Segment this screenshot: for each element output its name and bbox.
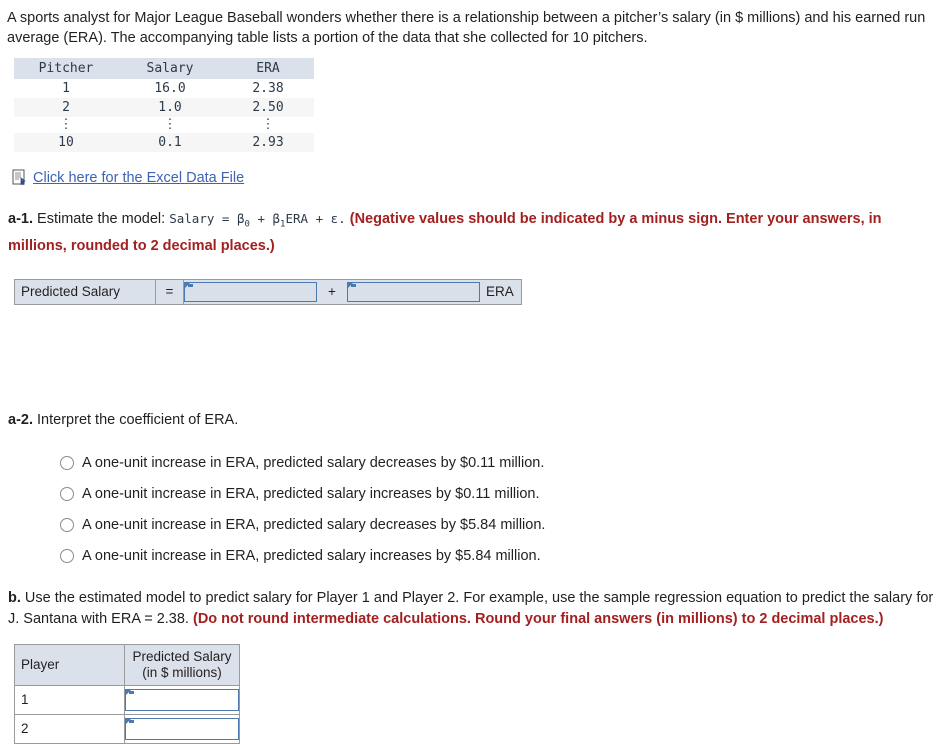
cell-era: 2.50 xyxy=(222,98,314,117)
cell-era: 2.93 xyxy=(222,133,314,152)
question-a2: a-2. Interpret the coefficient of ERA. xyxy=(8,410,941,431)
player2-salary-input[interactable] xyxy=(126,718,238,739)
question-a1-label: a-1. xyxy=(8,211,33,227)
plus-sign: + xyxy=(317,279,347,304)
option-row-1[interactable]: A one-unit increase in ERA, predicted sa… xyxy=(60,455,941,471)
option-label-2: A one-unit increase in ERA, predicted sa… xyxy=(82,485,540,502)
option-row-3[interactable]: A one-unit increase in ERA, predicted sa… xyxy=(60,517,941,533)
option-label-1: A one-unit increase in ERA, predicted sa… xyxy=(82,454,545,471)
question-a1: a-1. Estimate the model: Salary = β0 + β… xyxy=(8,208,941,257)
table-row: 2 1.0 2.50 xyxy=(14,98,314,117)
eq-equals: = xyxy=(221,211,230,226)
eq-epsilon: ε. xyxy=(330,211,346,226)
document-pen-icon xyxy=(12,169,26,186)
excel-data-file-row[interactable]: Click here for the Excel Data File xyxy=(12,169,941,186)
intercept-input[interactable] xyxy=(185,282,316,301)
option-label-4: A one-unit increase in ERA, predicted sa… xyxy=(82,547,541,564)
column-header-salary: Salary xyxy=(118,58,222,79)
pred-column-header-predicted-salary: Predicted Salary (in $ millions) xyxy=(124,643,240,686)
eq-plus-1: + xyxy=(257,211,265,226)
pred-header-row: Player Predicted Salary (in $ millions) xyxy=(14,643,240,686)
option-row-4[interactable]: A one-unit increase in ERA, predicted sa… xyxy=(60,548,941,564)
cell-era: 2.38 xyxy=(222,79,314,98)
equals-sign: = xyxy=(156,279,184,304)
eq-salary: Salary xyxy=(169,211,215,226)
pred-player-number: 1 xyxy=(14,684,125,715)
pitcher-data-table: Pitcher Salary ERA 1 16.0 2.38 2 1.0 2.5… xyxy=(14,58,314,152)
player2-salary-input-wrapper[interactable] xyxy=(125,717,239,740)
column-header-pitcher: Pitcher xyxy=(14,58,118,79)
eq-plus-2: + xyxy=(315,211,324,226)
option-row-2[interactable]: A one-unit increase in ERA, predicted sa… xyxy=(60,486,941,502)
question-a2-text: Interpret the coefficient of ERA. xyxy=(37,411,239,428)
table-row: 10 0.1 2.93 xyxy=(14,133,314,152)
cell-salary: 1.0 xyxy=(118,98,222,117)
predicted-salary-label: Predicted Salary xyxy=(15,279,156,304)
pred-header-line2: (in $ millions) xyxy=(142,664,222,680)
pred-value-cell[interactable] xyxy=(124,713,240,744)
player1-salary-input-wrapper[interactable] xyxy=(125,688,239,711)
eq-beta0-subscript: 0 xyxy=(244,219,250,230)
pred-player-number: 2 xyxy=(14,713,125,744)
cell-pitcher: 2 xyxy=(14,98,118,117)
question-a2-label: a-2. xyxy=(8,411,33,428)
predicted-salary-table: Player Predicted Salary (in $ millions) … xyxy=(14,643,240,744)
cell-era-ellipsis: ⋮ xyxy=(222,117,314,133)
table-row-ellipsis: ⋮ ⋮ ⋮ xyxy=(14,117,314,133)
regression-answer-row: Predicted Salary = + ERA xyxy=(14,278,522,305)
option-label-3: A one-unit increase in ERA, predicted sa… xyxy=(82,516,546,533)
radio-button-1[interactable] xyxy=(60,455,74,470)
slope-input[interactable] xyxy=(348,282,479,301)
pred-value-cell[interactable] xyxy=(124,684,240,715)
question-intro-text: A sports analyst for Major League Baseba… xyxy=(7,10,926,46)
slope-input-wrapper[interactable] xyxy=(347,281,480,302)
player1-salary-input[interactable] xyxy=(126,689,238,710)
intercept-input-wrapper[interactable] xyxy=(184,281,317,302)
cell-salary: 0.1 xyxy=(118,133,222,152)
question-b-label: b. xyxy=(8,589,21,606)
radio-button-2[interactable] xyxy=(60,486,74,501)
cell-pitcher: 10 xyxy=(14,133,118,152)
column-header-era: ERA xyxy=(222,58,314,79)
question-b: b. Use the estimated model to predict sa… xyxy=(8,588,941,630)
model-equation: Salary = β0 + β1ERA + ε. xyxy=(169,211,346,230)
cell-pitcher-ellipsis: ⋮ xyxy=(14,117,118,133)
cell-pitcher: 1 xyxy=(14,79,118,98)
question-a1-text: Estimate the model: xyxy=(37,211,166,227)
eq-beta1: β xyxy=(272,211,281,226)
table-header-row: Pitcher Salary ERA xyxy=(14,58,314,79)
excel-data-file-link[interactable]: Click here for the Excel Data File xyxy=(33,170,244,186)
question-b-emphasis: (Do not round intermediate calculations.… xyxy=(193,610,884,627)
cell-salary: 16.0 xyxy=(118,79,222,98)
era-variable-label: ERA xyxy=(480,279,521,304)
pred-header-line1: Predicted Salary xyxy=(132,648,232,664)
table-row: 1 16.0 2.38 xyxy=(14,79,314,98)
interpretation-options-group: A one-unit increase in ERA, predicted sa… xyxy=(60,455,941,564)
cell-salary-ellipsis: ⋮ xyxy=(118,117,222,133)
radio-button-4[interactable] xyxy=(60,548,74,563)
pred-table-row: 1 xyxy=(14,684,240,715)
pred-table-row: 2 xyxy=(14,713,240,744)
pred-column-header-player: Player xyxy=(14,643,125,686)
eq-era: ERA xyxy=(285,211,309,226)
worksheet-page: A sports analyst for Major League Baseba… xyxy=(0,0,947,744)
eq-beta0: β xyxy=(236,211,245,226)
radio-button-3[interactable] xyxy=(60,517,74,532)
